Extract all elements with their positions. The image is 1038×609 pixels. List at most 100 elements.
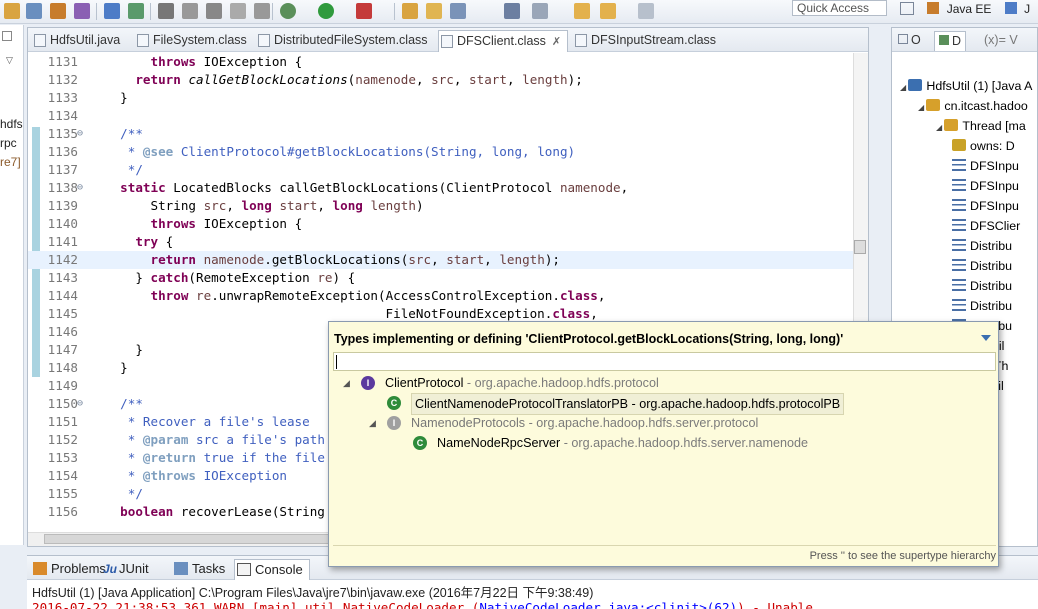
annotation-icon[interactable] [504, 3, 520, 19]
fold-toggle-icon[interactable]: ⊖ [77, 179, 83, 197]
open-type-icon[interactable] [74, 3, 90, 19]
quick-access-field[interactable]: Quick Access [792, 0, 887, 16]
close-icon[interactable]: ✗ [552, 36, 561, 48]
new-icon[interactable] [4, 3, 20, 19]
step-into-icon[interactable] [158, 3, 174, 19]
next-annotation-icon[interactable] [532, 3, 548, 19]
tab-junit[interactable]: Ju JUnit [103, 559, 149, 580]
debug-tree-item[interactable]: Distribu [952, 256, 1012, 276]
code-line[interactable]: 1134 [28, 107, 853, 125]
interface-icon: I [387, 416, 401, 430]
expand-arrow-icon[interactable]: ◢ [918, 103, 926, 112]
view-menu-icon[interactable] [981, 335, 991, 341]
perspective-switcher[interactable]: Java EE J [900, 0, 1030, 20]
drop-to-frame-icon[interactable] [230, 3, 246, 19]
view-icon[interactable] [2, 31, 12, 41]
debug-tree-item[interactable]: owns: D [952, 136, 1015, 156]
step-return-icon[interactable] [206, 3, 222, 19]
tab-hdfsutil-java[interactable]: HdfsUtil.java [32, 30, 120, 52]
line-number: 1153 [47, 450, 78, 465]
code-line[interactable]: 1131 throws IOException { [28, 53, 853, 71]
outline-icon [898, 34, 908, 44]
tree-item-label: DFSInpu [970, 159, 1019, 173]
code-line[interactable]: 1133 } [28, 89, 853, 107]
open-perspective-icon[interactable] [900, 2, 914, 15]
expand-arrow-icon[interactable]: ◢ [936, 123, 944, 132]
eclipse-window: Quick Access Java EE J ▽ hdfs rpc re7] H… [0, 0, 1038, 609]
back-history-icon[interactable] [600, 3, 616, 19]
external-tools-icon[interactable] [356, 3, 372, 19]
expand-arrow-icon[interactable]: ◢ [343, 373, 350, 393]
expand-arrow-icon[interactable]: ◢ [900, 83, 908, 92]
code-text: */ [105, 162, 143, 177]
chevron-down-icon[interactable]: ▽ [6, 55, 13, 66]
tab-variables[interactable]: (x)= V [984, 31, 1018, 51]
fold-toggle-icon[interactable]: ⊖ [77, 125, 83, 143]
debug-tree-item[interactable]: Distribu [952, 296, 1012, 316]
tree-node-icon [908, 79, 923, 91]
tab-tasks[interactable]: Tasks [172, 559, 225, 580]
code-text: } [105, 360, 128, 375]
save-icon[interactable] [26, 3, 42, 19]
back-icon[interactable] [574, 3, 590, 19]
code-line[interactable]: 1135 ⊖ /** [28, 125, 853, 143]
java-perspective-icon[interactable] [1004, 2, 1017, 14]
resume-icon[interactable] [128, 3, 144, 19]
editor-tab-bar: HdfsUtil.java FileSystem.class Distribut… [28, 28, 868, 52]
line-number: 1131 [47, 54, 78, 69]
debug-tree-item[interactable]: DFSInpu [952, 176, 1019, 196]
stack-frame-icon [952, 159, 966, 171]
tree-item-label: cn.itcast.hadoo [944, 99, 1028, 113]
debug-tree-item[interactable]: ◢ Thread [ma [936, 116, 1026, 136]
search-icon[interactable] [450, 3, 466, 19]
forward-icon[interactable] [638, 3, 654, 19]
debug-icon[interactable] [280, 3, 296, 19]
line-number: 1149 [47, 378, 78, 393]
tree-item-label: Thread [ma [962, 119, 1026, 133]
code-line[interactable]: 1139 String src, long start, long length… [28, 197, 853, 215]
code-line[interactable]: 1132 return callGetBlockLocations(nameno… [28, 71, 853, 89]
tab-outline[interactable]: O [898, 31, 921, 51]
build-icon[interactable] [50, 3, 66, 19]
debug-tree-item[interactable]: Distribu [952, 236, 1012, 256]
new-package-icon[interactable] [402, 3, 418, 19]
debug-tree-item[interactable]: DFSInpu [952, 196, 1019, 216]
code-line[interactable]: 1137 */ [28, 161, 853, 179]
stack-frame-icon [952, 199, 966, 211]
run-icon[interactable] [318, 3, 334, 19]
code-line[interactable]: 1144 throw re.unwrapRemoteException(Acce… [28, 287, 853, 305]
popup-filter-input[interactable] [333, 352, 996, 371]
step-over-icon[interactable] [182, 3, 198, 19]
debug-tree-item[interactable]: ◢ HdfsUtil (1) [Java A [900, 76, 1032, 96]
tab-dfsclient-class[interactable]: DFSClient.class ✗ [438, 30, 569, 52]
code-line[interactable]: 1141 try { [28, 233, 853, 251]
class-icon: C [413, 436, 427, 450]
debug-tree-item[interactable]: Distribu [952, 276, 1012, 296]
debug-tree-item[interactable]: DFSClier [952, 216, 1020, 236]
skip-breakpoints-icon[interactable] [104, 3, 120, 19]
fold-toggle-icon[interactable]: ⊖ [77, 395, 83, 413]
expand-arrow-icon[interactable]: ◢ [369, 413, 376, 433]
horizontal-scroll-thumb[interactable] [44, 534, 334, 544]
tab-filesystem-class[interactable]: FileSystem.class [135, 30, 247, 52]
use-step-filters-icon[interactable] [254, 3, 270, 19]
line-number: 1146 [47, 324, 78, 339]
tree-node-icon [926, 99, 941, 111]
code-line[interactable]: 1138 ⊖ static LocatedBlocks callGetBlockL… [28, 179, 853, 197]
debug-tree-item[interactable]: DFSInpu [952, 156, 1019, 176]
tab-debug[interactable]: D [934, 31, 967, 51]
open-folder-icon[interactable] [426, 3, 442, 19]
code-line[interactable]: 1136 * @see ClientProtocol#getBlockLocat… [28, 143, 853, 161]
tab-problems[interactable]: Problems [31, 559, 106, 580]
tab-distributedfilesystem-class[interactable]: DistributedFileSystem.class [256, 30, 428, 52]
tab-dfsinputstream-class[interactable]: DFSInputStream.class [573, 30, 716, 52]
quick-type-hierarchy-popup: Types implementing or defining 'ClientPr… [328, 321, 999, 567]
stacktrace-link[interactable]: NativeCodeLoader.java:<clinit>(62) [479, 600, 737, 609]
debug-tree-item[interactable]: ◢ cn.itcast.hadoo [918, 96, 1028, 116]
code-line[interactable]: 1140 throws IOException { [28, 215, 853, 233]
code-line[interactable]: 1142 return namenode.getBlockLocations(s… [28, 251, 853, 269]
tab-console[interactable]: Console [234, 559, 310, 580]
vertical-scroll-thumb[interactable] [854, 240, 866, 254]
code-line[interactable]: 1143 } catch(RemoteException re) { [28, 269, 853, 287]
code-text: return namenode.getBlockLocations(src, s… [150, 252, 561, 267]
